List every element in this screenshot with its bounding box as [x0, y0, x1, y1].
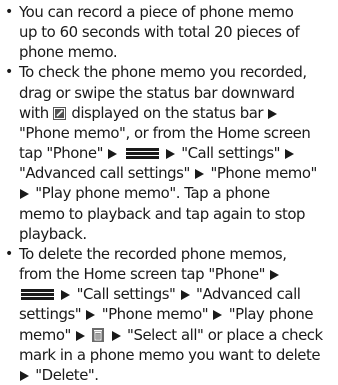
text-line: tap "Phone" "Call settings"	[19, 143, 338, 163]
arrow-icon	[86, 310, 96, 321]
arrow-icon	[180, 290, 190, 301]
text-line: phone memo.	[19, 42, 338, 62]
text-line: You can record a piece of phone memo	[19, 2, 338, 22]
text-run: playback.	[19, 224, 87, 243]
menu-key-icon	[21, 289, 54, 301]
bullet-dot: •	[5, 4, 13, 20]
text-run	[161, 144, 165, 162]
text-run	[119, 144, 123, 162]
text-run: "Delete".	[31, 365, 99, 384]
arrow-icon	[61, 290, 71, 301]
trash-icon	[92, 327, 105, 342]
text-run: with	[19, 103, 54, 122]
text-run: "Phone memo"	[206, 164, 317, 183]
text-line: "Play phone memo". Tap a phone	[19, 183, 338, 203]
text-line: "Phone memo", or from the Home screen	[19, 123, 338, 143]
text-line: drag or swipe the status bar downward	[19, 83, 338, 103]
text-run: from the Home screen tap "Phone"	[19, 265, 270, 284]
text-run: "Call settings"	[176, 144, 285, 163]
text-run: To delete the recorded phone memos,	[19, 244, 287, 263]
text-line: playback.	[19, 224, 338, 244]
text-line: "Call settings" "Advanced call	[19, 284, 338, 304]
bullet-dot: •	[5, 245, 13, 262]
text-run: "Select all" or place a check	[122, 325, 323, 344]
arrow-icon	[285, 149, 295, 160]
text-run: "Play phone	[224, 305, 314, 324]
text-run	[106, 326, 110, 344]
arrow-icon	[270, 270, 280, 281]
text-run: To check the phone memo you recorded,	[19, 63, 307, 82]
text-line: To check the phone memo you recorded,	[19, 62, 338, 82]
text-line: To delete the recorded phone memos,	[19, 244, 338, 264]
text-run: "Advanced call	[191, 285, 301, 304]
arrow-icon	[20, 189, 29, 200]
text-run: drag or swipe the status bar downward	[19, 83, 295, 102]
document: • You can record a piece of phone memo up …	[0, 0, 338, 384]
bullet-item: • You can record a piece of phone memo up …	[4, 2, 338, 62]
text-run: mark in a phone memo you want to delete	[19, 345, 321, 364]
text-run: tap "Phone"	[19, 144, 108, 163]
arrow-icon	[76, 330, 86, 341]
text-run: memo to playback and tap again to stop	[19, 204, 305, 223]
bullet-list: • You can record a piece of phone memo up …	[4, 2, 338, 385]
arrow-icon	[20, 370, 29, 381]
text-line: "Delete".	[19, 365, 338, 385]
phone-memo-status-icon	[53, 106, 67, 120]
text-line: from the Home screen tap "Phone"	[19, 264, 338, 284]
text-run: "Call settings"	[72, 285, 180, 304]
text-line: "Advanced call settings" "Phone memo"	[19, 163, 338, 183]
text-run	[87, 326, 91, 344]
arrow-icon	[213, 310, 223, 321]
arrow-icon	[195, 169, 205, 180]
menu-key-icon	[125, 148, 159, 160]
arrow-icon	[165, 149, 175, 160]
text-run: "Play phone memo". Tap a phone	[31, 184, 270, 203]
text-run	[56, 285, 60, 303]
text-line: memo" "Select all" or place a check	[19, 325, 338, 345]
bullet-item: • To delete the recorded phone memos, from…	[4, 244, 338, 385]
arrow-icon	[111, 330, 121, 341]
text-line: with displayed on the status bar	[19, 103, 338, 123]
text-line: mark in a phone memo you want to delete	[19, 345, 338, 365]
bullet-item: • To check the phone memo you recorded, dr…	[4, 62, 338, 243]
arrow-icon	[268, 108, 278, 119]
text-line: settings" "Phone memo" "Play phone	[19, 304, 338, 324]
text-run: "Phone memo"	[97, 305, 213, 324]
text-run: displayed on the status bar	[67, 103, 268, 122]
text-run: "Advanced call settings"	[19, 164, 195, 183]
text-run: You can record a piece of phone memo	[19, 3, 294, 21]
text-run: memo"	[19, 325, 76, 344]
arrow-icon	[108, 149, 118, 160]
text-run: "Phone memo", or from the Home screen	[19, 123, 311, 142]
text-run: phone memo.	[19, 43, 118, 62]
text-line: up to 60 seconds with total 20 pieces of	[19, 22, 338, 42]
text-line: memo to playback and tap again to stop	[19, 204, 338, 224]
text-run: up to 60 seconds with total 20 pieces of	[19, 23, 300, 42]
bullet-dot: •	[5, 64, 13, 81]
text-run: settings"	[19, 305, 86, 324]
